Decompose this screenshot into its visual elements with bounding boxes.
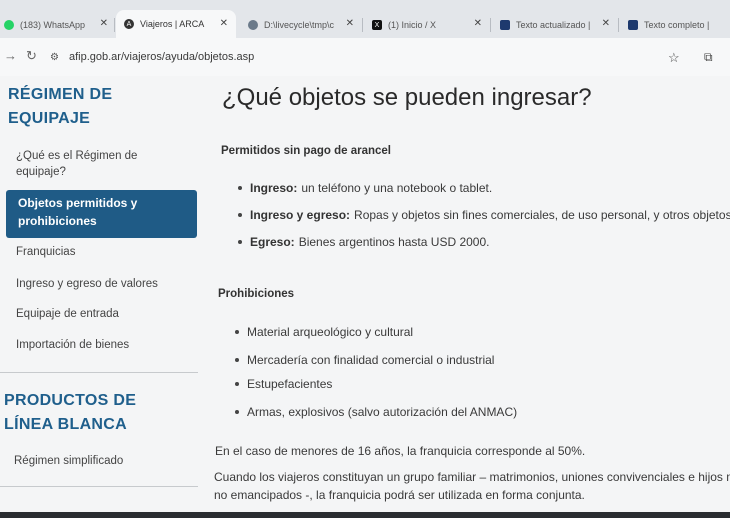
sidebar-item-objetos[interactable]: Objetos permitidos y prohibiciones — [6, 190, 197, 238]
tab-x-inicio[interactable]: X (1) Inicio / X ✕ — [372, 14, 482, 36]
page-content: RÉGIMEN DE EQUIPAJE ¿Qué es el Régimen d… — [0, 76, 730, 518]
main-content: ¿Qué objetos se pueden ingresar? Permiti… — [205, 76, 730, 518]
list-item: Ingreso y egreso: Ropas y objetos sin fi… — [238, 208, 730, 222]
sidebar-heading-regimen: RÉGIMEN DE EQUIPAJE — [8, 86, 113, 127]
bullet-icon — [238, 240, 242, 244]
bullet-icon — [235, 410, 239, 414]
taskbar-edge — [0, 512, 730, 518]
list-item: Armas, explosivos (salvo autorización de… — [235, 405, 517, 419]
sidebar-nav: RÉGIMEN DE EQUIPAJE ¿Qué es el Régimen d… — [0, 76, 205, 518]
url-omnibox[interactable]: ⚙ afip.gob.ar/viajeros/ayuda/objetos.asp — [50, 44, 690, 70]
sidebar-item-importacion[interactable]: Importación de bienes — [16, 337, 196, 353]
close-icon[interactable]: ✕ — [602, 18, 610, 29]
extensions-icon[interactable]: ⧉ — [704, 50, 713, 65]
tab-title: Texto completo | — [644, 20, 710, 30]
paragraph-menores: En el caso de menores de 16 años, la fra… — [215, 444, 586, 458]
sidebar-item-equipaje-entrada[interactable]: Equipaje de entrada — [16, 306, 196, 322]
sidebar-item-franquicias[interactable]: Franquicias — [16, 244, 196, 260]
close-icon[interactable]: ✕ — [220, 18, 228, 29]
tab-title: (1) Inicio / X — [388, 20, 437, 30]
arca-icon: A — [124, 19, 134, 29]
sidebar-item-regimen-simplificado[interactable]: Régimen simplificado — [14, 453, 194, 469]
url-text[interactable]: afip.gob.ar/viajeros/ayuda/objetos.asp — [69, 51, 254, 63]
x-icon: X — [372, 20, 382, 30]
forward-icon[interactable]: → — [4, 48, 17, 63]
list-item: Ingreso: un teléfono y una notebook o ta… — [238, 181, 492, 195]
globe-icon — [248, 20, 258, 30]
list-item: Material arqueológico y cultural — [235, 325, 413, 339]
sidebar-heading-linea-blanca: PRODUCTOS DE LÍNEA BLANCA — [4, 392, 137, 433]
bullet-icon — [235, 330, 239, 334]
section-title-prohibiciones: Prohibiciones — [218, 288, 295, 300]
doc-icon — [500, 20, 510, 30]
bullet-icon — [235, 358, 239, 362]
list-item: Mercadería con finalidad comercial o ind… — [235, 353, 494, 367]
tab-texto-completo[interactable]: Texto completo | — [628, 14, 730, 36]
tab-title: Viajeros | ARCA — [140, 19, 205, 29]
bullet-icon — [235, 382, 239, 386]
sidebar-divider — [0, 486, 198, 487]
tab-title: (183) WhatsApp — [20, 20, 86, 30]
bullet-icon — [238, 213, 242, 217]
bookmark-star-icon[interactable]: ☆ — [668, 50, 680, 66]
whatsapp-icon — [4, 20, 14, 30]
doc-icon — [628, 20, 638, 30]
bullet-icon — [238, 186, 242, 190]
tab-title: Texto actualizado | — [516, 20, 591, 30]
close-icon[interactable]: ✕ — [474, 18, 482, 29]
section-title-permitidos: Permitidos sin pago de arancel — [221, 145, 391, 157]
sidebar-item-valores[interactable]: Ingreso y egreso de valores — [16, 276, 196, 292]
tab-title: D:\livecycle\tmp\c — [264, 20, 335, 30]
sidebar-item-que-es[interactable]: ¿Qué es el Régimen de equipaje? — [16, 148, 166, 180]
address-bar: → ↻ ⚙ afip.gob.ar/viajeros/ayuda/objetos… — [0, 38, 730, 76]
close-icon[interactable]: ✕ — [346, 18, 354, 29]
sidebar-divider — [0, 372, 198, 373]
site-settings-icon[interactable]: ⚙ — [50, 52, 59, 63]
page-title: ¿Qué objetos se pueden ingresar? — [222, 84, 592, 111]
tab-whatsapp[interactable]: (183) WhatsApp ✕ — [4, 14, 108, 36]
paragraph-grupo-familiar: Cuando los viajeros constituyan un grupo… — [214, 470, 730, 502]
reload-icon[interactable]: ↻ — [26, 48, 37, 64]
tab-viajeros-arca[interactable]: A Viajeros | ARCA ✕ — [116, 10, 236, 38]
list-item: Egreso: Bienes argentinos hasta USD 2000… — [238, 235, 489, 249]
close-icon[interactable]: ✕ — [100, 18, 108, 29]
list-item: Estupefacientes — [235, 377, 332, 391]
tab-livecycle[interactable]: D:\livecycle\tmp\c ✕ — [248, 14, 354, 36]
tab-texto-actualizado[interactable]: Texto actualizado | ✕ — [500, 14, 610, 36]
